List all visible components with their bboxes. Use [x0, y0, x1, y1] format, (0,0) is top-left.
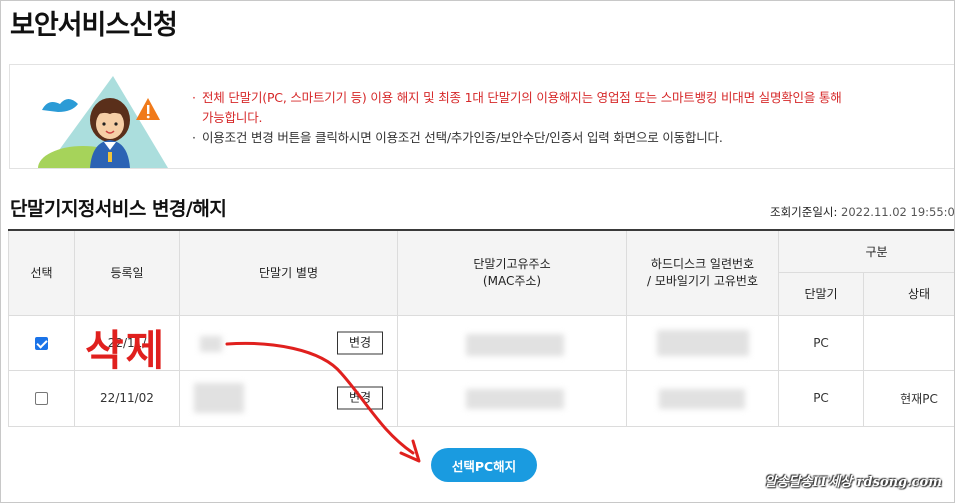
notice-bullet: ·	[192, 130, 196, 145]
notice-line-termination: · 전체 단말기(PC, 스마트기기 등) 이용 해지 및 최종 1대 단말기의 …	[192, 88, 952, 108]
row-checkbox[interactable]	[35, 392, 48, 405]
row-checkbox-checked[interactable]	[35, 336, 48, 350]
select-cell	[8, 314, 75, 371]
table-row: 22/11/02 변경 PC 현재PC	[8, 369, 954, 427]
header-reg-date: 등록일	[74, 229, 180, 316]
change-alias-button[interactable]: 변경	[337, 331, 383, 354]
header-mac: 단말기고유주소 (MAC주소)	[397, 229, 627, 316]
status-cell	[863, 314, 954, 371]
hdd-serial-cell	[626, 369, 779, 427]
header-hdd-serial: 하드디스크 일련번호 / 모바일기기 고유번호	[626, 229, 779, 316]
support-agent-illustration	[38, 76, 168, 168]
page-title: 보안서비스신청	[10, 10, 178, 41]
redacted-serial	[659, 388, 745, 409]
status-cell: 현재PC	[863, 369, 954, 427]
notice-line-continuation: 가능합니다.	[202, 110, 263, 125]
terminate-selected-pc-button[interactable]: 선택PC해지	[431, 448, 537, 482]
section-title: 단말기지정서비스 변경/해지	[10, 198, 227, 220]
notice-box: · 전체 단말기(PC, 스마트기기 등) 이용 해지 및 최종 1대 단말기의 …	[9, 64, 954, 169]
watermark: 알송달송IT세상 rdsong.com	[764, 475, 942, 490]
page-frame: 보안서비스신청 · 전체 단말기(PC, 스마트기기 등) 이용 해지 및 최종…	[0, 0, 955, 503]
header-status: 상태	[863, 271, 954, 316]
notice-text: · 전체 단말기(PC, 스마트기기 등) 이용 해지 및 최종 1대 단말기의 …	[192, 88, 952, 148]
redacted-alias	[200, 335, 222, 352]
notice-line-change-conditions: · 이용조건 변경 버튼을 클릭하시면 이용조건 선택/추가인증/보안수단/인증서…	[192, 128, 952, 148]
redacted-alias	[194, 382, 244, 413]
annotation-delete-label: 삭제	[85, 326, 167, 375]
header-device: 단말기	[778, 271, 864, 316]
select-cell	[8, 369, 75, 427]
notice-bullet: ·	[192, 90, 196, 105]
redacted-mac	[466, 388, 564, 409]
as-of-datetime: 조회기준일시: 2022.11.02 19:55:08	[770, 204, 955, 220]
change-alias-button[interactable]: 변경	[337, 386, 383, 410]
device-cell: PC	[778, 369, 864, 427]
header-group: 구분	[778, 229, 954, 273]
as-of-label: 조회기준일시:	[770, 205, 838, 219]
header-alias: 단말기 별명	[179, 229, 398, 316]
device-cell: PC	[778, 314, 864, 371]
hdd-serial-cell	[626, 314, 779, 371]
as-of-value: 2022.11.02 19:55:08	[841, 205, 955, 219]
alias-cell: 변경	[179, 314, 398, 371]
redacted-serial	[657, 329, 749, 356]
reg-date-cell: 22/11/02	[74, 369, 180, 427]
header-select: 선택	[8, 229, 75, 316]
alias-cell: 변경	[179, 369, 398, 427]
mac-cell	[397, 369, 627, 427]
mac-cell	[397, 314, 627, 371]
redacted-mac	[466, 333, 564, 356]
